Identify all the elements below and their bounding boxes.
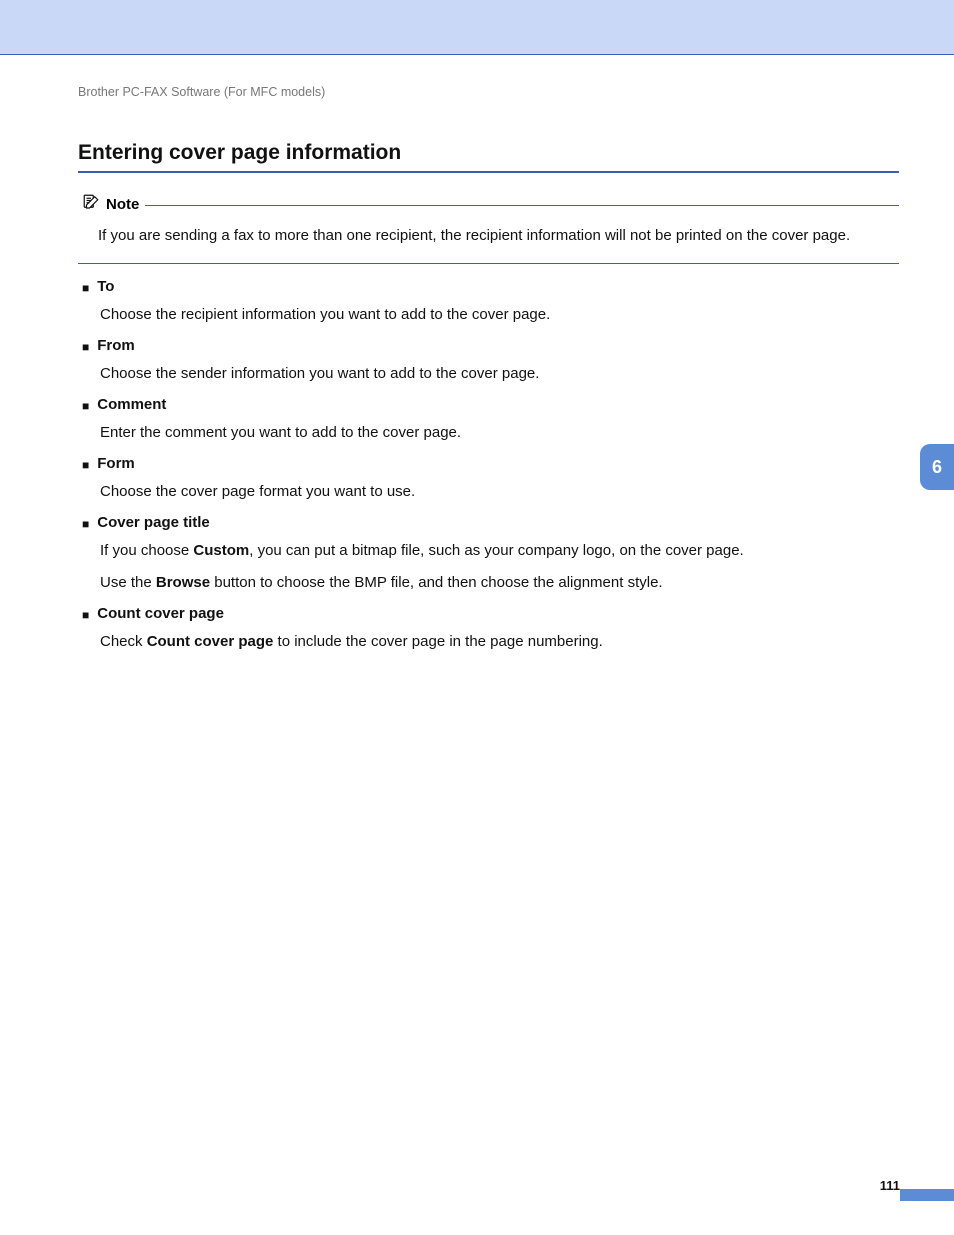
item-from: ■ From Choose the sender information you… — [78, 337, 899, 386]
bold-count-cover-page: Count cover page — [147, 633, 274, 650]
bullet-icon: ■ — [82, 609, 89, 621]
bullet-icon: ■ — [82, 341, 89, 353]
item-form: ■ Form Choose the cover page format you … — [78, 455, 899, 504]
item-comment: ■ Comment Enter the comment you want to … — [78, 396, 899, 445]
note-bottom-rule — [78, 263, 899, 264]
item-title: Form — [97, 455, 135, 472]
item-title: Comment — [97, 396, 166, 413]
section-title: Entering cover page information — [78, 141, 899, 165]
note-label: Note — [106, 196, 139, 213]
text: , you can put a bitmap file, such as you… — [249, 542, 743, 559]
item-body: Enter the comment you want to add to the… — [100, 421, 899, 445]
item-body: Choose the recipient information you wan… — [100, 303, 899, 327]
item-body: If you choose Custom, you can put a bitm… — [100, 539, 899, 595]
text: Use the — [100, 574, 156, 591]
text: If you choose — [100, 542, 193, 559]
chapter-tab: 6 — [920, 444, 954, 490]
items-list: ■ To Choose the recipient information yo… — [78, 278, 899, 654]
bullet-icon: ■ — [82, 400, 89, 412]
item-head: ■ From — [82, 337, 899, 354]
breadcrumb: Brother PC-FAX Software (For MFC models) — [78, 85, 899, 99]
footer-accent — [900, 1189, 954, 1201]
page-content: Brother PC-FAX Software (For MFC models)… — [0, 55, 954, 654]
item-count-cover-page: ■ Count cover page Check Count cover pag… — [78, 605, 899, 654]
item-head: ■ To — [82, 278, 899, 295]
item-head: ■ Comment — [82, 396, 899, 413]
note-header-rule — [145, 205, 899, 206]
item-title: Count cover page — [97, 605, 224, 622]
text: button to choose the BMP file, and then … — [210, 574, 663, 591]
bold-custom: Custom — [193, 542, 249, 559]
item-title: From — [97, 337, 135, 354]
text: Check — [100, 633, 147, 650]
note-text: If you are sending a fax to more than on… — [98, 224, 899, 247]
item-head: ■ Count cover page — [82, 605, 899, 622]
item-title: Cover page title — [97, 514, 210, 531]
text: to include the cover page in the page nu… — [273, 633, 602, 650]
note-icon — [82, 193, 100, 216]
page-number: 111 — [880, 1178, 900, 1193]
item-body: Choose the cover page format you want to… — [100, 480, 899, 504]
item-title: To — [97, 278, 114, 295]
item-body: Check Count cover page to include the co… — [100, 630, 899, 654]
note-header: Note — [82, 193, 899, 216]
item-cover-page-title: ■ Cover page title If you choose Custom,… — [78, 514, 899, 595]
item-body: Choose the sender information you want t… — [100, 362, 899, 386]
note-block: Note If you are sending a fax to more th… — [78, 193, 899, 264]
section-title-rule — [78, 171, 899, 173]
bold-browse: Browse — [156, 574, 210, 591]
top-band — [0, 0, 954, 54]
bullet-icon: ■ — [82, 459, 89, 471]
bullet-icon: ■ — [82, 518, 89, 530]
bullet-icon: ■ — [82, 282, 89, 294]
item-head: ■ Form — [82, 455, 899, 472]
item-head: ■ Cover page title — [82, 514, 899, 531]
item-to: ■ To Choose the recipient information yo… — [78, 278, 899, 327]
